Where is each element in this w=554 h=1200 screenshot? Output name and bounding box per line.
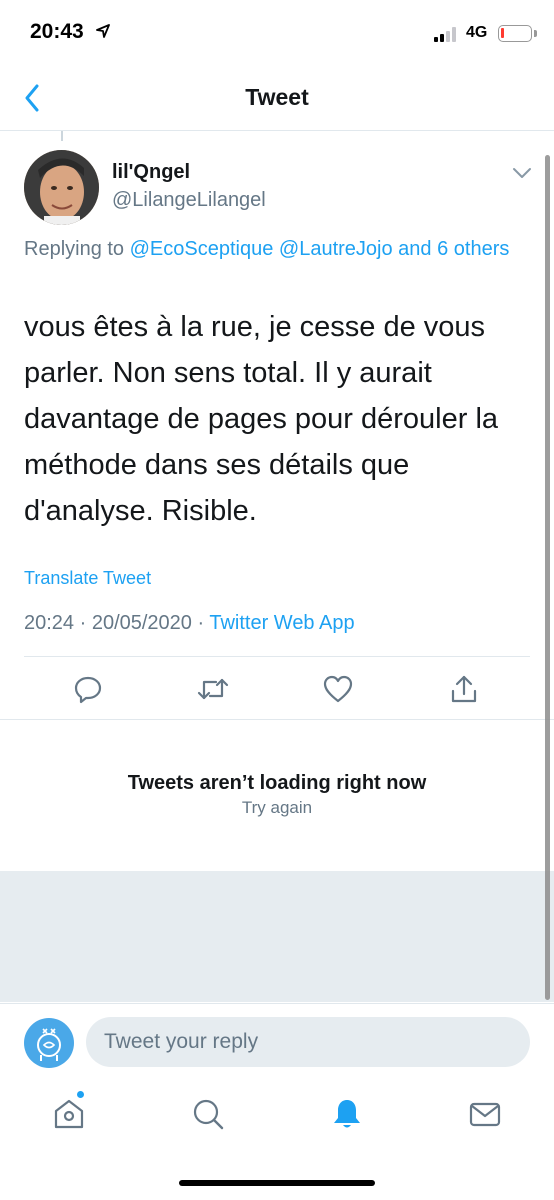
notifications-icon [334,1100,360,1128]
reply-button[interactable] [71,672,105,706]
tab-messages[interactable] [465,1094,505,1134]
tweet-meta: 20:24 · 20/05/2020 · Twitter Web App [24,612,355,635]
divider [0,719,554,720]
tweet-text: vous êtes à la rue, je cesse de vous par… [24,311,499,527]
divider [24,656,530,657]
tab-home[interactable] [49,1094,89,1134]
user-avatar[interactable] [24,1018,74,1068]
author-name[interactable]: lil'Qngel [112,161,190,184]
status-bar: 20:43 4G [0,0,554,70]
home-notification-dot [77,1091,84,1098]
tweet-source-app[interactable]: Twitter Web App [209,612,354,634]
tweet-timestamp: 20:24 · 20/05/2020 · [24,612,210,634]
chevron-down-icon [513,168,531,178]
replying-to-link[interactable]: @EcoSceptique @LautreJojo and 6 others [130,238,510,260]
tab-notifications[interactable] [327,1094,367,1134]
error-title: Tweets aren’t loading right now [127,772,427,794]
battery-icon [498,25,532,42]
home-indicator[interactable] [179,1180,375,1186]
replying-to: Replying to @EcoSceptique @LautreJojo an… [24,234,524,265]
scrollbar[interactable] [545,155,550,1000]
retweet-button[interactable] [196,672,230,706]
network-type: 4G [466,24,488,41]
more-options-button[interactable] [512,166,532,184]
nav-bar: Tweet [0,70,554,131]
page-title: Tweet [245,84,309,110]
try-again-button[interactable]: Try again [0,798,554,818]
reply-input[interactable] [86,1017,530,1067]
user-avatar-image [37,1028,61,1061]
messages-icon [469,1102,501,1127]
translate-tweet-link[interactable]: Translate Tweet [24,568,151,589]
tab-bar [0,1078,554,1200]
battery-nub [534,30,537,37]
share-button[interactable] [447,672,481,706]
empty-area [0,871,554,1002]
tab-search[interactable] [188,1094,228,1134]
search-icon [193,1099,224,1130]
like-icon [323,675,353,703]
reply-bar [0,1003,554,1078]
replying-prefix: Replying to [24,238,130,260]
reply-icon [74,676,102,704]
author-handle[interactable]: @LilangeLilangel [112,189,266,212]
like-button[interactable] [321,672,355,706]
retweet-icon [197,678,229,700]
avatar[interactable] [24,150,99,225]
signal-strength-icon [434,26,462,42]
share-icon [451,675,477,703]
avatar-image [24,150,99,225]
status-time: 20:43 [30,20,84,43]
location-arrow-icon [96,24,110,38]
thread-line [61,131,63,141]
home-icon [54,1099,84,1129]
